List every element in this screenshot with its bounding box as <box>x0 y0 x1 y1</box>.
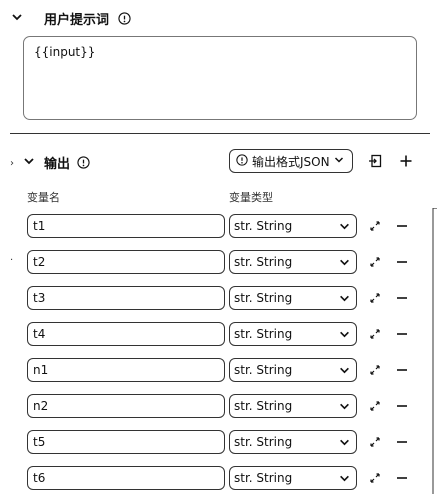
variable-type-select[interactable]: str. String <box>229 322 357 346</box>
chevron-down-icon <box>339 437 350 451</box>
variable-name-input[interactable]: t1 <box>27 214 225 238</box>
expand-icon[interactable] <box>368 255 382 269</box>
expand-icon[interactable] <box>368 291 382 305</box>
chevron-down-icon <box>339 329 350 343</box>
expand-icon[interactable] <box>368 399 382 413</box>
variable-name-input[interactable]: t4 <box>27 322 225 346</box>
variable-name-value: n2 <box>33 399 49 413</box>
variable-name-input[interactable]: t3 <box>27 286 225 310</box>
variable-name-value: t6 <box>33 471 46 485</box>
remove-variable-button[interactable] <box>395 399 409 413</box>
variable-type-value: str. String <box>234 399 293 413</box>
prompt-info-icon[interactable] <box>118 10 131 29</box>
variable-name-value: t2 <box>33 255 46 269</box>
prompt-textarea-value: {{input}} <box>34 45 96 59</box>
output-format-label: 输出格式JSON <box>252 154 330 169</box>
variable-type-value: str. String <box>234 363 293 377</box>
variable-type-value: str. String <box>234 219 293 233</box>
variable-type-select[interactable]: str. String <box>229 214 357 238</box>
variable-name-input[interactable]: t6 <box>27 466 225 490</box>
section-divider <box>10 133 430 134</box>
column-header-type: 变量类型 <box>229 191 273 204</box>
variable-type-select[interactable]: str. String <box>229 394 357 418</box>
variable-row: t2 str. String <box>0 250 448 274</box>
info-circle-icon <box>236 153 248 169</box>
column-header-name: 变量名 <box>27 191 60 204</box>
variable-name-input[interactable]: t5 <box>27 430 225 454</box>
variable-type-value: str. String <box>234 327 293 341</box>
chevron-down-icon <box>339 365 350 379</box>
remove-variable-button[interactable] <box>395 291 409 305</box>
variable-type-value: str. String <box>234 471 293 485</box>
variable-name-input[interactable]: t2 <box>27 250 225 274</box>
variable-row: t4 str. String <box>0 322 448 346</box>
variable-row: t3 str. String <box>0 286 448 310</box>
import-icon[interactable] <box>366 152 384 170</box>
variable-type-select[interactable]: str. String <box>229 250 357 274</box>
chevron-down-icon <box>339 293 350 307</box>
remove-variable-button[interactable] <box>395 471 409 485</box>
variable-row: t6 str. String <box>0 466 448 490</box>
chevron-down-icon <box>339 221 350 235</box>
variable-type-value: str. String <box>234 291 293 305</box>
remove-variable-button[interactable] <box>395 363 409 377</box>
variable-type-select[interactable]: str. String <box>229 430 357 454</box>
variable-row: n1 str. String <box>0 358 448 382</box>
variable-name-value: t5 <box>33 435 46 449</box>
chevron-down-icon <box>334 154 344 168</box>
variable-name-value: n1 <box>33 363 49 377</box>
remove-variable-button[interactable] <box>395 255 409 269</box>
prompt-collapse-chevron-icon[interactable] <box>10 10 24 24</box>
variable-type-select[interactable]: str. String <box>229 466 357 490</box>
chevron-down-icon <box>339 473 350 487</box>
variable-row: n2 str. String <box>0 394 448 418</box>
remove-variable-button[interactable] <box>395 219 409 233</box>
variable-name-input[interactable]: n2 <box>27 394 225 418</box>
expand-icon[interactable] <box>368 435 382 449</box>
scrollbar[interactable] <box>432 207 438 494</box>
remove-variable-button[interactable] <box>395 327 409 341</box>
variable-name-value: t4 <box>33 327 46 341</box>
chevron-down-icon <box>339 257 350 271</box>
variable-type-select[interactable]: str. String <box>229 358 357 382</box>
prompt-textarea[interactable]: {{input}} <box>23 36 417 120</box>
remove-variable-button[interactable] <box>395 435 409 449</box>
variable-type-select[interactable]: str. String <box>229 286 357 310</box>
variable-row: t5 str. String <box>0 430 448 454</box>
left-edge-mark: › <box>10 158 14 169</box>
output-collapse-chevron-icon[interactable] <box>22 154 36 168</box>
prompt-section-title: 用户提示词 <box>44 13 110 28</box>
variable-type-value: str. String <box>234 255 293 269</box>
variable-name-input[interactable]: n1 <box>27 358 225 382</box>
add-variable-button[interactable] <box>397 152 415 170</box>
chevron-down-icon <box>339 401 350 415</box>
expand-icon[interactable] <box>368 219 382 233</box>
variable-name-value: t3 <box>33 291 46 305</box>
output-format-button[interactable]: 输出格式JSON <box>229 149 353 173</box>
variable-row: t1 str. String <box>0 214 448 238</box>
output-info-icon[interactable] <box>77 154 90 173</box>
expand-icon[interactable] <box>368 327 382 341</box>
expand-icon[interactable] <box>368 363 382 377</box>
expand-icon[interactable] <box>368 471 382 485</box>
variable-type-value: str. String <box>234 435 293 449</box>
output-section-title: 输出 <box>44 157 71 172</box>
variable-name-value: t1 <box>33 219 46 233</box>
